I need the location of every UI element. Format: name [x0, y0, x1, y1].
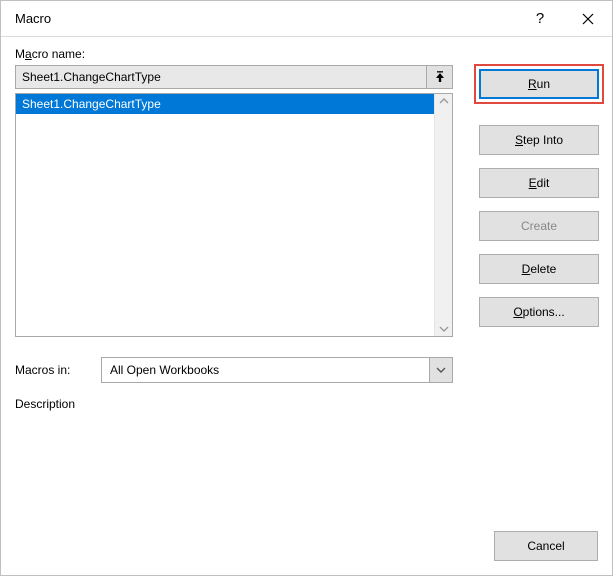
create-button: Create — [479, 211, 599, 241]
macro-name-input[interactable] — [15, 65, 427, 89]
run-highlight: Run — [474, 64, 604, 104]
macros-in-select[interactable] — [101, 357, 453, 383]
options-button[interactable]: Options... — [479, 297, 599, 327]
arrow-up-icon — [434, 71, 446, 83]
scrollbar[interactable] — [434, 94, 452, 336]
list-item[interactable]: Sheet1.ChangeChartType — [16, 94, 434, 114]
chevron-down-icon — [436, 367, 446, 373]
goto-macro-button[interactable] — [427, 65, 453, 89]
macro-list[interactable]: Sheet1.ChangeChartType — [15, 93, 453, 337]
edit-button[interactable]: Edit — [479, 168, 599, 198]
step-into-button[interactable]: Step Into — [479, 125, 599, 155]
description-label: Description — [15, 397, 598, 411]
button-column: Run Step Into Edit Create Delete Options… — [479, 69, 599, 327]
close-icon — [582, 13, 594, 25]
delete-button[interactable]: Delete — [479, 254, 599, 284]
macros-in-label: Macros in: — [15, 363, 93, 377]
chevron-up-icon — [439, 98, 449, 104]
run-button[interactable]: Run — [479, 69, 599, 99]
help-button[interactable]: ? — [516, 1, 564, 37]
titlebar: Macro ? — [1, 1, 612, 37]
macro-name-label: Macro name: — [15, 47, 598, 61]
macro-dialog: Macro ? Macro name: Sheet1.ChangeChartTy… — [0, 0, 613, 576]
cancel-button[interactable]: Cancel — [494, 531, 598, 561]
dialog-title: Macro — [15, 11, 516, 26]
macros-in-dropdown-button[interactable] — [429, 357, 453, 383]
chevron-down-icon — [439, 326, 449, 332]
dialog-body: Macro name: Sheet1.ChangeChartType Macro… — [15, 47, 598, 561]
close-button[interactable] — [564, 1, 612, 37]
